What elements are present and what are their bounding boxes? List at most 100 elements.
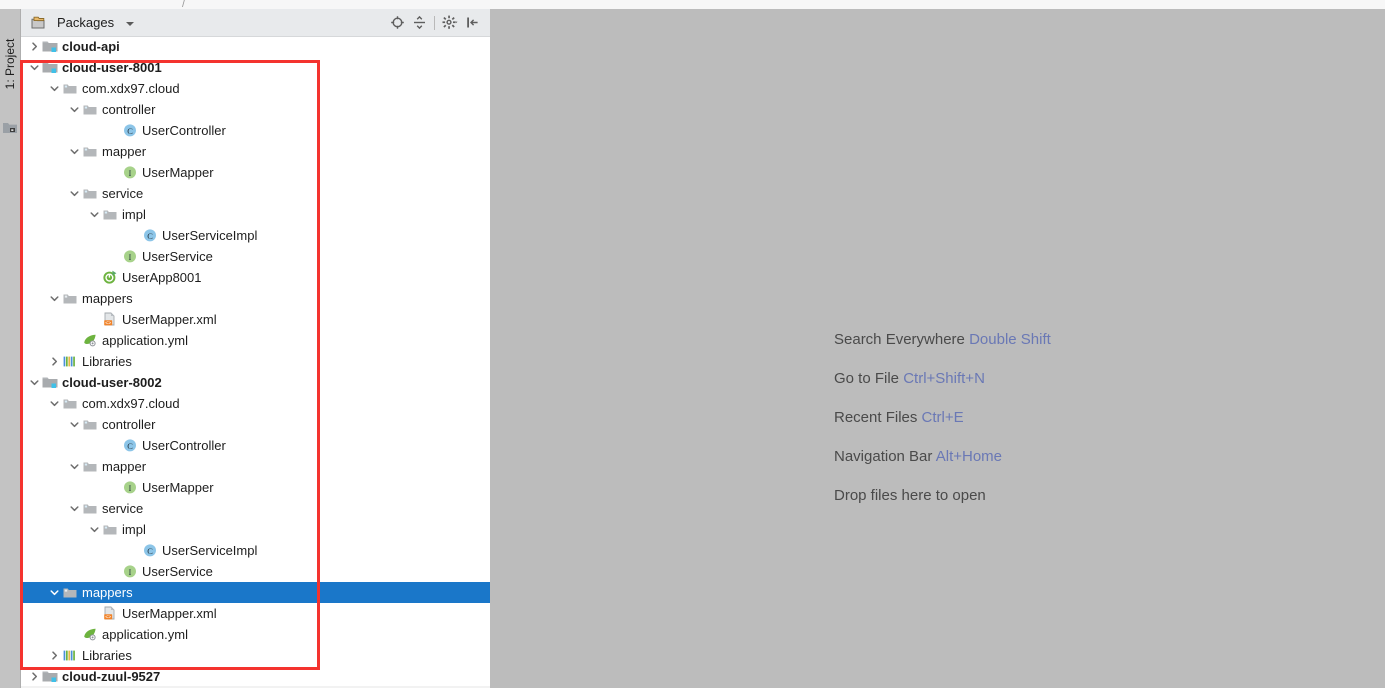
tree-row-label: com.xdx97.cloud [82, 396, 180, 411]
tree-row-label: UserMapper.xml [122, 606, 217, 621]
editor-hint-action: Search Everywhere [834, 331, 965, 348]
tree-row[interactable]: mappers [21, 288, 490, 309]
tree-row[interactable]: mapper [21, 456, 490, 477]
svg-text:I: I [129, 568, 132, 577]
editor-hint-shortcut: Ctrl+E [921, 409, 964, 426]
resource-folder-icon [62, 585, 78, 601]
tree-row-label: mapper [102, 144, 147, 159]
tree-row[interactable]: I UserMapper [21, 477, 490, 498]
editor-hint-action: Go to File [834, 370, 900, 387]
tree-row[interactable]: <> UserMapper.xml [21, 309, 490, 330]
chevron-down-icon[interactable] [48, 587, 60, 599]
tree-row-label: cloud-api [62, 39, 120, 54]
chevron-down-icon[interactable] [88, 209, 100, 221]
chevron-down-icon[interactable] [126, 21, 135, 26]
chevron-down-icon[interactable] [68, 188, 80, 200]
yaml-spring-icon [82, 627, 98, 643]
tree-row[interactable]: I UserMapper [21, 162, 490, 183]
class-icon: C [142, 228, 158, 244]
tree-row[interactable]: impl [21, 204, 490, 225]
tree-row[interactable]: C UserController [21, 435, 490, 456]
editor-shortcut-hints: Search Everywhere Double Shift Go to File… [834, 320, 1354, 515]
project-module-icon [3, 121, 17, 134]
tool-window-rail: 1: Project [0, 9, 21, 688]
tree-row[interactable]: cloud-zuul-9527 [21, 666, 490, 687]
chevron-right-icon[interactable] [28, 41, 40, 53]
project-tree[interactable]: cloud-api cloud-user-8001 com.xdx97.cloud c… [21, 36, 490, 688]
tree-row[interactable]: com.xdx97.cloud [21, 393, 490, 414]
tree-row-label: controller [102, 417, 156, 432]
hide-panel-button[interactable] [461, 12, 483, 34]
sidebar-item-project-tab[interactable]: 1: Project [0, 21, 20, 107]
package-folder-icon [62, 396, 78, 412]
tree-row[interactable]: <> UserMapper.xml [21, 603, 490, 624]
tree-row-label: service [102, 186, 144, 201]
chevron-down-icon[interactable] [68, 503, 80, 515]
tree-row[interactable]: controller [21, 99, 490, 120]
tree-row[interactable]: service [21, 498, 490, 519]
settings-button[interactable] [439, 12, 461, 34]
tree-row[interactable]: impl [21, 519, 490, 540]
tree-row[interactable]: controller [21, 414, 490, 435]
chevron-down-icon[interactable] [48, 293, 60, 305]
chevron-right-icon[interactable] [48, 650, 60, 662]
svg-text:C: C [127, 442, 133, 451]
resource-folder-icon [62, 291, 78, 307]
chevron-down-icon[interactable] [28, 62, 40, 74]
tree-row[interactable]: cloud-user-8001 [21, 57, 490, 78]
tree-row[interactable]: application.yml [21, 330, 490, 351]
tree-row[interactable]: C UserServiceImpl [21, 225, 490, 246]
tree-row[interactable]: mappers [21, 582, 490, 603]
package-folder-icon [82, 459, 98, 475]
spring-boot-run-icon [102, 270, 118, 286]
chevron-down-icon[interactable] [68, 419, 80, 431]
toolbar-divider [434, 15, 435, 30]
tree-row[interactable]: cloud-api [21, 36, 490, 57]
interface-icon: I [122, 564, 138, 580]
view-selector[interactable]: Packages [30, 9, 135, 36]
tree-row[interactable]: com.xdx97.cloud [21, 78, 490, 99]
tree-row-label: UserMapper [142, 165, 214, 180]
svg-text:C: C [127, 127, 133, 136]
tree-row[interactable]: UserApp8001 [21, 267, 490, 288]
tree-row[interactable]: C UserServiceImpl [21, 540, 490, 561]
tree-row[interactable]: I UserService [21, 561, 490, 582]
tree-row[interactable]: service [21, 183, 490, 204]
tree-row-label: mapper [102, 459, 147, 474]
chevron-down-icon[interactable] [68, 461, 80, 473]
tree-row[interactable]: cloud-user-8002 [21, 372, 490, 393]
tree-row[interactable]: C UserController [21, 120, 490, 141]
tree-row-label: UserController [142, 438, 226, 453]
chevron-right-icon[interactable] [28, 671, 40, 683]
chevron-down-icon[interactable] [28, 377, 40, 389]
tree-row[interactable]: application.yml [21, 624, 490, 645]
tree-row-label: UserApp8001 [122, 270, 202, 285]
ide-window: / 1: Project Packages cloud-api cloud-us… [0, 0, 1385, 688]
collapse-all-button[interactable] [408, 12, 430, 34]
editor-hint: Drop files here to open [834, 476, 1354, 515]
tree-row-label: cloud-user-8002 [62, 375, 162, 390]
tree-row-label: UserMapper [142, 480, 214, 495]
tree-row[interactable]: I UserService [21, 246, 490, 267]
chevron-down-icon[interactable] [68, 104, 80, 116]
chevron-down-icon[interactable] [88, 524, 100, 536]
package-folder-icon [82, 501, 98, 517]
package-folder-icon [82, 102, 98, 118]
chevron-down-icon[interactable] [48, 398, 60, 410]
chevron-down-icon[interactable] [48, 83, 60, 95]
scroll-from-source-button[interactable] [386, 12, 408, 34]
editor-hint-shortcut: Alt+Home [935, 448, 1003, 465]
chevron-right-icon[interactable] [48, 356, 60, 368]
tree-row[interactable]: mapper [21, 141, 490, 162]
tree-row[interactable]: Libraries [21, 645, 490, 666]
chevron-down-icon[interactable] [68, 146, 80, 158]
tree-row[interactable]: Libraries [21, 351, 490, 372]
interface-icon: I [122, 165, 138, 181]
